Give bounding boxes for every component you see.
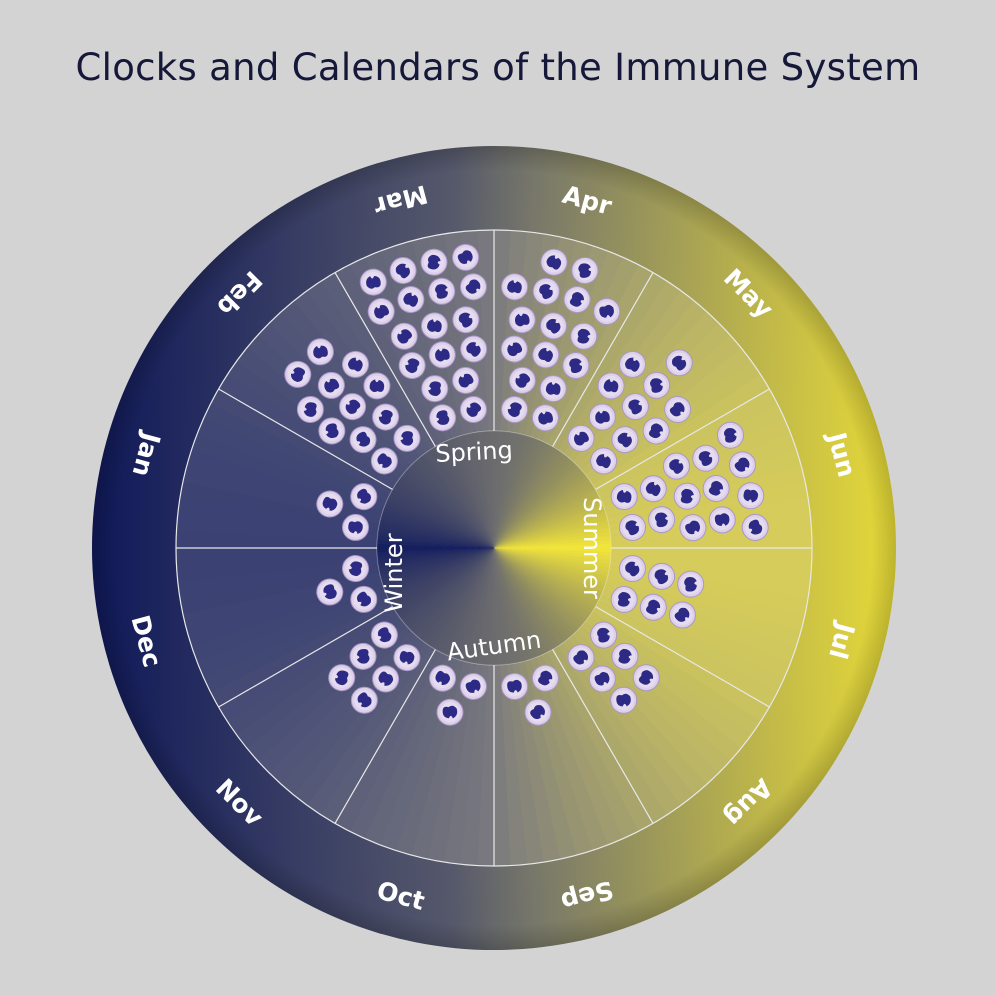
neutrophil-cell-icon: [393, 424, 421, 452]
season-label-spring: Spring: [435, 436, 514, 468]
seasonal-wheel: JanFebMar AprMayJunJulAugSepOctNovDecSpri…: [92, 146, 896, 950]
season-label-summer: Summer: [578, 497, 606, 599]
neutrophil-cell-icon: [342, 513, 370, 541]
neutrophil-cell-icon: [363, 372, 391, 400]
season-label-winter: Winter: [380, 533, 408, 612]
